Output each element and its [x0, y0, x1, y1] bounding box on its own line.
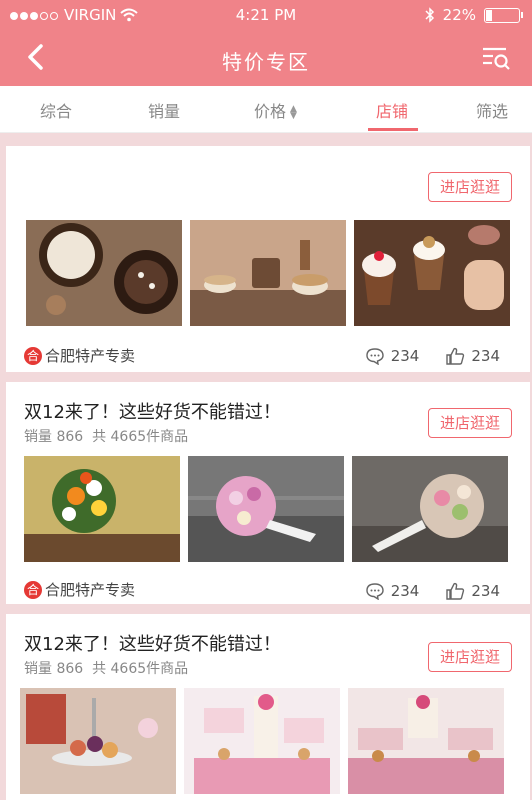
filter-search-button[interactable] [480, 42, 512, 74]
total-products: 共 4665件商品 [92, 429, 189, 445]
comment-count: 234 [390, 347, 420, 365]
store-card[interactable]: 进店逛逛 合 合肥特产专卖 234 234 [6, 146, 530, 372]
tab-price-label: 价格 [254, 102, 287, 121]
like-icon[interactable] [445, 582, 465, 600]
tab-store[interactable]: 店铺 [376, 98, 408, 122]
like-count: 234 [471, 582, 500, 600]
tab-bar: 综合 销量 价格 ▲ ▼ 店铺 筛选 [0, 86, 532, 133]
tab-filter[interactable]: 筛选 [476, 98, 508, 122]
shop-badge: 合 [24, 346, 42, 365]
store-card[interactable]: 双12来了！这些好货不能错过！ 销量 866 共 4665件商品 进店逛逛 [6, 614, 530, 800]
visit-store-button[interactable]: 进店逛逛 [428, 408, 512, 438]
visit-store-button[interactable]: 进店逛逛 [428, 642, 512, 672]
product-images [24, 456, 508, 562]
comment-icon[interactable] [365, 582, 385, 600]
card-meta: 销量 866 共 4665件商品 [24, 426, 188, 446]
battery-percent: 22% [442, 6, 476, 24]
visit-store-button[interactable]: 进店逛逛 [428, 172, 512, 202]
product-image[interactable] [26, 220, 182, 326]
product-images [26, 220, 510, 326]
card-title: 双12来了！这些好货不能错过！ [24, 634, 281, 655]
tab-sales[interactable]: 销量 [148, 98, 180, 122]
sales-count: 销量 866 [24, 661, 84, 677]
card-title: 双12来了！这些好货不能错过！ [24, 402, 281, 423]
nav-row: 特价专区 [0, 36, 532, 82]
shop-name: 合肥特产专卖 [45, 347, 136, 365]
product-image[interactable] [20, 688, 176, 794]
product-image[interactable] [24, 456, 180, 562]
product-image[interactable] [190, 220, 346, 326]
header-bar: VIRGIN 4:21 PM 22% 特价专区 [0, 0, 532, 86]
sales-count: 销量 866 [24, 429, 84, 445]
card-meta: 销量 866 共 4665件商品 [24, 658, 188, 678]
tab-comprehensive[interactable]: 综合 [40, 98, 72, 122]
status-right: 22% [425, 6, 523, 24]
comment-icon[interactable] [365, 347, 385, 365]
like-count: 234 [471, 347, 500, 365]
product-image[interactable] [188, 456, 344, 562]
shop-name: 合肥特产专卖 [45, 581, 136, 599]
page-title: 特价专区 [222, 50, 310, 74]
battery-icon [484, 7, 523, 23]
comment-count: 234 [390, 582, 420, 600]
shop-badge: 合 [24, 580, 42, 599]
card-stats: 234 234 [365, 582, 500, 600]
card-stats: 234 234 [365, 347, 500, 365]
active-tab-indicator [368, 128, 418, 131]
sort-arrows-icon: ▲ ▼ [290, 103, 297, 121]
shop-info[interactable]: 合 合肥特产专卖 [24, 579, 135, 600]
shop-info[interactable]: 合 合肥特产专卖 [24, 345, 135, 366]
product-image[interactable] [348, 688, 504, 794]
status-bar: VIRGIN 4:21 PM 22% [0, 4, 532, 28]
product-image[interactable] [354, 220, 510, 326]
product-image[interactable] [184, 688, 340, 794]
product-images [20, 688, 504, 794]
total-products: 共 4665件商品 [92, 661, 189, 677]
product-image[interactable] [352, 456, 508, 562]
like-icon[interactable] [445, 347, 465, 365]
bluetooth-icon [425, 7, 434, 23]
store-card[interactable]: 双12来了！这些好货不能错过！ 销量 866 共 4665件商品 进店逛逛 合 … [6, 382, 530, 604]
tab-price[interactable]: 价格 ▲ ▼ [254, 98, 297, 122]
